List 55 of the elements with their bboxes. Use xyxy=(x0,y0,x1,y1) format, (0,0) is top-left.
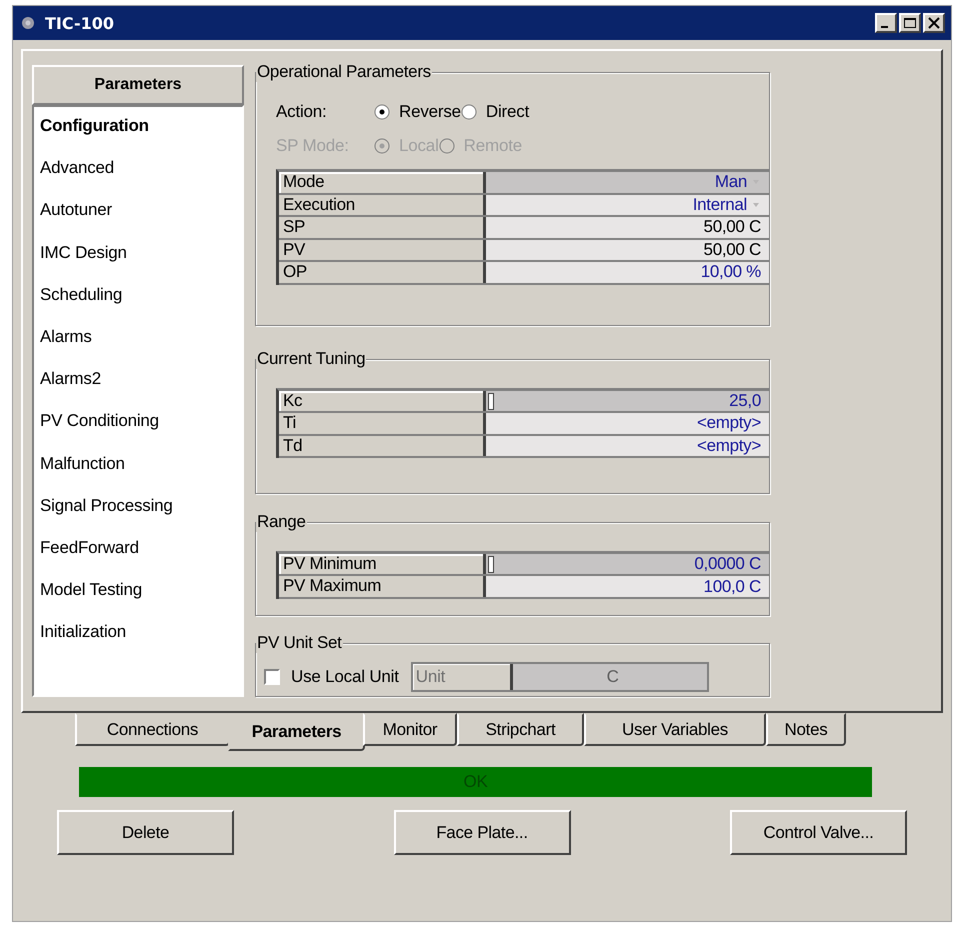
action-button[interactable]: Control Valve... xyxy=(730,810,907,855)
tab[interactable]: Connections xyxy=(75,713,230,746)
list-item[interactable]: Alarms2 xyxy=(40,366,236,408)
group-title: Operational Parameters xyxy=(256,62,432,82)
dropdown-field[interactable]: Internal xyxy=(486,194,769,215)
list-item[interactable]: Advanced xyxy=(40,155,236,198)
value-field[interactable]: 100,0 C xyxy=(486,576,769,597)
list-item[interactable]: Autotuner xyxy=(40,197,236,240)
dropdown-field[interactable]: Man xyxy=(486,172,769,192)
gear-icon xyxy=(21,16,35,30)
property-name: Mode xyxy=(279,172,486,192)
value-field[interactable]: 50,00 C xyxy=(486,240,769,260)
tab[interactable]: User Variables xyxy=(584,713,766,746)
maximize-icon xyxy=(903,17,917,29)
list-item[interactable]: Scheduling xyxy=(40,282,236,324)
list-item[interactable]: FeedForward xyxy=(40,534,236,578)
list-item[interactable]: Configuration xyxy=(40,113,236,156)
radio-icon[interactable] xyxy=(374,104,390,120)
list-item[interactable]: Signal Processing xyxy=(40,492,236,535)
window-title: TIC-100 xyxy=(45,14,116,32)
radio-option[interactable]: Direct xyxy=(460,102,671,122)
list-item[interactable]: Malfunction xyxy=(40,450,236,493)
list-item[interactable]: PV Conditioning xyxy=(40,408,236,450)
tab[interactable]: Monitor xyxy=(363,713,457,746)
maximize-button[interactable] xyxy=(899,13,921,33)
tab[interactable]: Stripchart xyxy=(457,713,584,746)
tab[interactable]: Notes xyxy=(766,713,846,746)
property-name: PV Minimum xyxy=(279,554,486,574)
list-item[interactable]: IMC Design xyxy=(40,240,236,282)
list-item[interactable]: Alarms xyxy=(40,324,236,366)
value-field[interactable]: 25,0 xyxy=(486,390,769,412)
value-field[interactable]: <empty> xyxy=(486,436,769,456)
list-header: Parameters xyxy=(32,65,244,105)
group-title: Current Tuning xyxy=(256,348,366,369)
radio-option[interactable]: Reverse xyxy=(374,102,461,122)
action-button[interactable]: Face Plate... xyxy=(394,810,570,855)
list-item[interactable]: Model Testing xyxy=(40,577,236,620)
tab[interactable]: Parameters xyxy=(228,713,365,751)
property-name: Kc xyxy=(279,390,486,412)
close-button[interactable] xyxy=(923,13,945,33)
radio-icon[interactable] xyxy=(460,104,477,120)
value-field[interactable]: 50,00 C xyxy=(486,217,769,238)
action-button[interactable]: Delete xyxy=(57,810,234,855)
minimize-button[interactable] xyxy=(875,13,897,33)
value-field[interactable]: 10,00 % xyxy=(486,262,769,282)
text-cursor xyxy=(488,392,494,410)
use-local-unit-checkbox[interactable]: Use Local Unit xyxy=(264,667,399,688)
value-field[interactable]: <empty> xyxy=(486,413,769,434)
field-label: Action: xyxy=(276,102,328,122)
group-title: PV Unit Set xyxy=(256,633,343,654)
list-item[interactable]: Initialization xyxy=(40,619,236,662)
close-icon xyxy=(927,17,941,29)
value-field[interactable]: 0,0000 C xyxy=(486,554,769,574)
text-cursor xyxy=(488,556,494,573)
minimize-icon xyxy=(880,26,888,28)
